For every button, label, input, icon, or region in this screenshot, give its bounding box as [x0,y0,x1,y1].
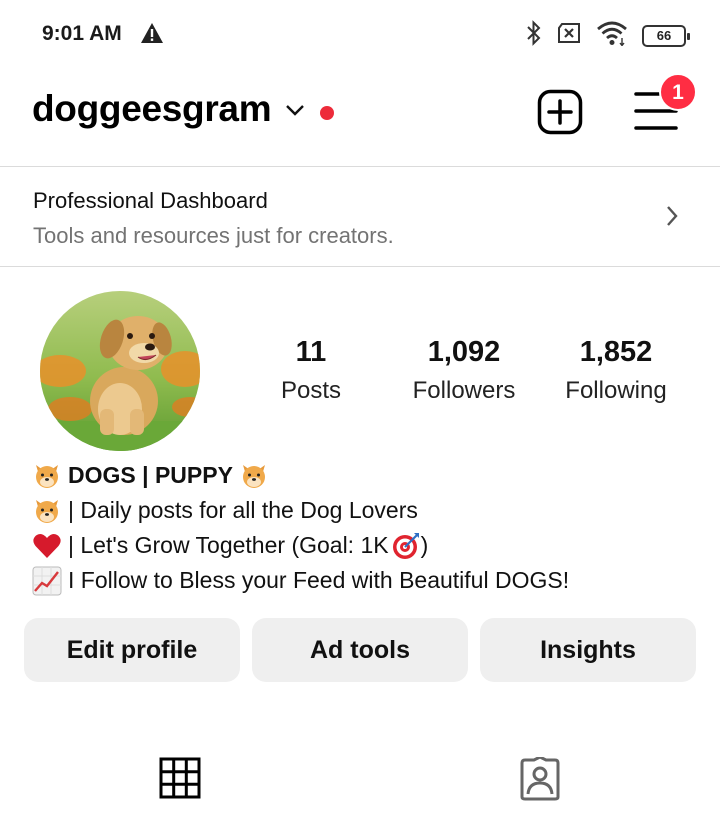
battery-icon: 66 [642,24,690,47]
stat-value: 1,852 [579,336,653,368]
chevron-down-icon[interactable] [285,103,305,122]
new-post-icon[interactable] [537,89,583,140]
divider [0,166,720,167]
dashboard-subtitle: Tools and resources just for creators. [33,223,394,248]
unread-dot [320,106,334,120]
avatar[interactable] [40,291,200,451]
bluetooth-icon [526,20,542,51]
profile-bio: DOGS | PUPPY | Daily posts for all the D… [32,458,692,598]
stat-label: Posts [280,377,342,404]
bio-text: | Daily posts for all the Dog Lovers [68,497,418,523]
bio-line: DOGS | PUPPY [32,458,692,493]
status-bar: 9:01 AM 66 [0,0,720,70]
bio-text: I Follow to Bless your Feed with Beautif… [68,567,570,593]
tagged-icon[interactable] [517,755,563,806]
bio-line: I Follow to Bless your Feed with Beautif… [32,563,692,598]
stat-following[interactable]: 1,852 Following [548,336,684,405]
bio-text: | Let's Grow Together (Goal: 1K [68,532,389,558]
status-time: 9:01 AM [42,22,122,45]
username-switcher[interactable]: doggeesgram [32,88,272,130]
dog-face-icon [242,464,265,488]
insights-button[interactable]: Insights [480,618,696,682]
chevron-right-icon [665,204,679,233]
stat-value: 1,092 [427,336,501,368]
target-icon [392,532,419,559]
dog-face-icon [36,464,58,488]
dog-face-icon [36,499,58,523]
stat-posts[interactable]: 11 Posts [258,336,364,405]
stat-followers[interactable]: 1,092 Followers [396,336,532,405]
bio-line: | Let's Grow Together (Goal: 1K ) [32,528,692,563]
profile-header: doggeesgram 1 [0,70,720,166]
divider [0,266,720,267]
bio-text-end: ) [420,532,429,558]
chart-increasing-icon [32,566,62,595]
edit-profile-button[interactable]: Edit profile [24,618,240,682]
stat-label: Following [565,377,667,404]
professional-dashboard-row[interactable]: Professional Dashboard Tools and resourc… [0,168,720,266]
stat-value: 11 [295,336,327,368]
grid-icon[interactable] [159,757,201,804]
wifi-icon [596,20,628,51]
notification-badge: 1 [659,73,697,111]
bio-headline: DOGS | PUPPY [68,462,233,488]
stat-label: Followers [412,377,516,404]
dashboard-title: Professional Dashboard [33,188,268,213]
warning-icon [140,22,164,49]
red-heart-icon [33,533,61,558]
bio-line: | Daily posts for all the Dog Lovers [32,493,692,528]
no-sim-icon [556,22,582,49]
ad-tools-button[interactable]: Ad tools [252,618,468,682]
